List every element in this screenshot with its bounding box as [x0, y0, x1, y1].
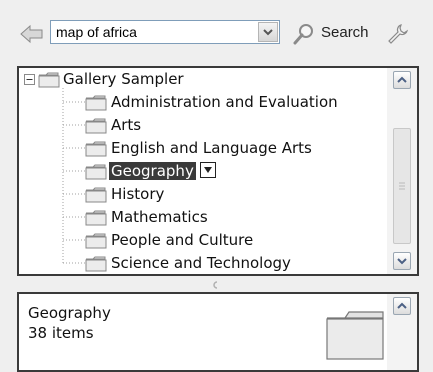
tree-item-label: Mathematics — [111, 208, 208, 226]
details-scroll-up-button[interactable] — [393, 297, 411, 315]
folder-icon — [85, 141, 107, 157]
folder-icon — [38, 72, 60, 88]
gallery-tree: Gallery Sampler Administration and Evalu… — [19, 68, 391, 274]
details-vertical-scrollbar[interactable] — [387, 294, 417, 370]
search-dropdown-button[interactable] — [258, 22, 278, 42]
folder-icon — [85, 118, 107, 134]
large-folder-icon — [326, 311, 384, 360]
toolbar: Search — [0, 0, 433, 66]
tools-button[interactable] — [386, 22, 410, 46]
tree-item-label: Science and Technology — [111, 254, 291, 272]
tree-item-science-and-technology[interactable]: Science and Technology — [19, 252, 391, 274]
back-button[interactable] — [20, 24, 44, 44]
tree-item-label: Geography — [109, 162, 196, 180]
gallery-tree-panel: Gallery Sampler Administration and Evalu… — [17, 66, 419, 276]
chevron-up-icon — [397, 76, 407, 83]
splitter-grip-icon — [213, 281, 218, 289]
search-input[interactable] — [51, 21, 259, 43]
magnifier-icon — [293, 24, 313, 45]
grip-icon — [399, 182, 405, 190]
tree-item-mathematics[interactable]: Mathematics — [19, 206, 391, 229]
scroll-up-button[interactable] — [393, 71, 411, 89]
collapse-icon[interactable] — [24, 74, 35, 85]
panel-splitter[interactable] — [17, 277, 419, 291]
details-title: Geography — [28, 304, 111, 322]
folder-icon — [85, 95, 107, 111]
tree-item-label: People and Culture — [111, 231, 254, 249]
item-menu-dropdown-icon[interactable] — [199, 161, 216, 178]
chevron-down-icon — [263, 29, 273, 36]
tree-item-geography[interactable]: Geography — [19, 160, 391, 183]
tree-root-label: Gallery Sampler — [63, 70, 184, 88]
folder-icon — [85, 256, 107, 272]
tree-item-administration-and-evaluation[interactable]: Administration and Evaluation — [19, 91, 391, 114]
tree-vertical-scrollbar[interactable] — [387, 68, 417, 274]
tree-item-arts[interactable]: Arts — [19, 114, 391, 137]
search-button-label: Search — [321, 24, 369, 41]
folder-icon — [85, 164, 107, 180]
tree-item-label: Arts — [111, 116, 142, 134]
tree-root-gallery-sampler[interactable]: Gallery Sampler — [19, 68, 391, 91]
chevron-up-icon — [397, 302, 407, 309]
scroll-down-button[interactable] — [393, 252, 411, 270]
tree-item-people-and-culture[interactable]: People and Culture — [19, 229, 391, 252]
wrench-icon — [388, 24, 409, 44]
tree-item-label: English and Language Arts — [111, 139, 312, 157]
tree-item-history[interactable]: History — [19, 183, 391, 206]
folder-icon — [85, 210, 107, 226]
folder-icon — [85, 187, 107, 203]
search-combobox[interactable] — [50, 20, 280, 44]
chevron-down-icon — [397, 258, 407, 265]
back-arrow-icon — [20, 24, 43, 44]
details-item-count: 38 items — [28, 324, 94, 342]
tree-item-selected: Geography — [109, 160, 216, 183]
scrollbar-thumb[interactable] — [393, 128, 411, 244]
tree-item-english-and-language-arts[interactable]: English and Language Arts — [19, 137, 391, 160]
details-panel: Geography 38 items — [17, 292, 419, 372]
tree-item-label: History — [111, 185, 165, 203]
tree-item-label: Administration and Evaluation — [111, 93, 338, 111]
folder-icon — [85, 233, 107, 249]
